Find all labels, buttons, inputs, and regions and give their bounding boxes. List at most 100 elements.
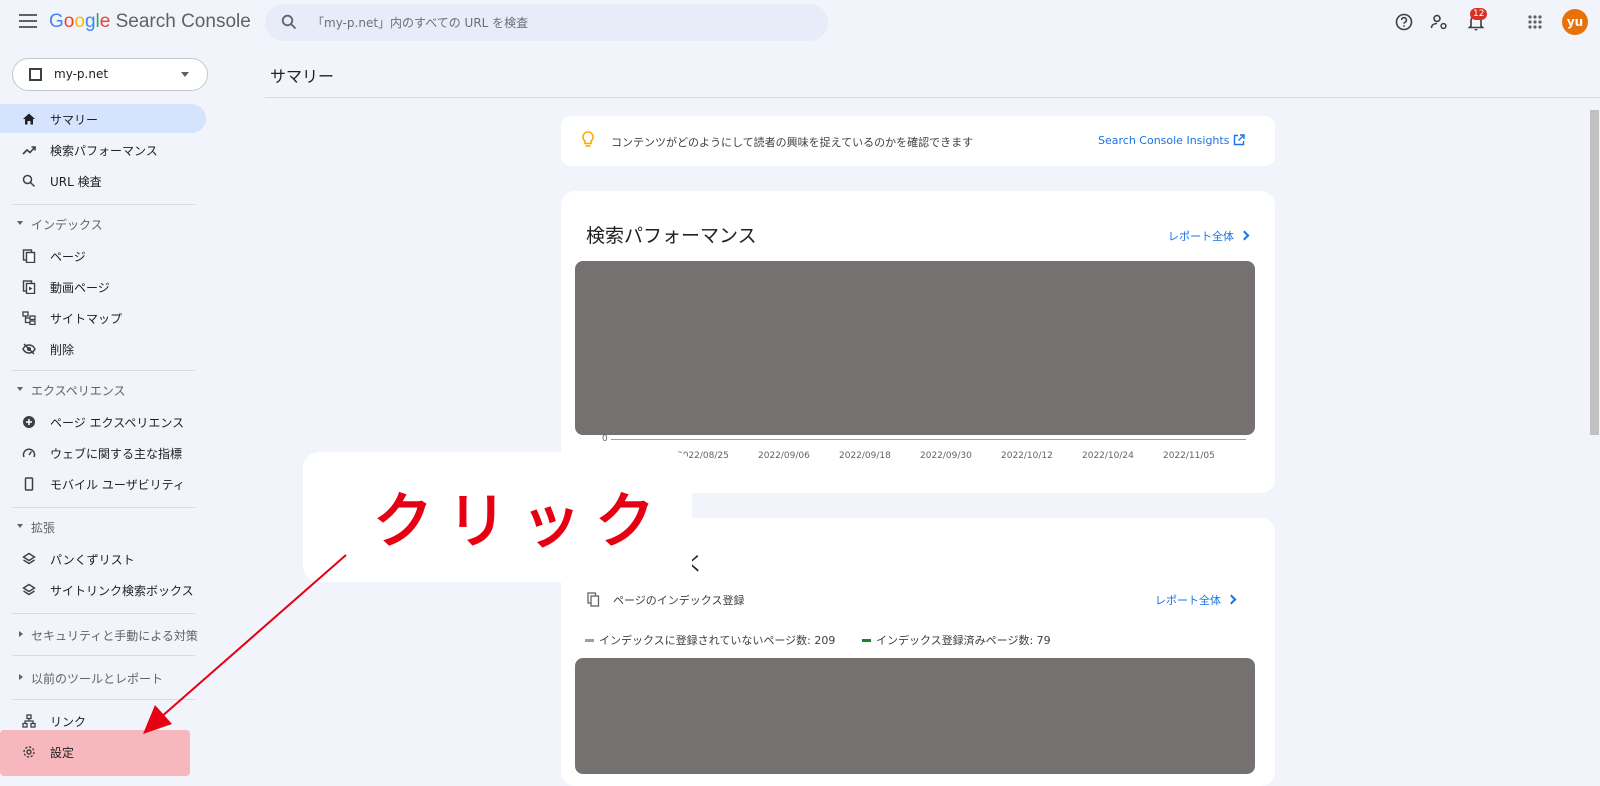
index-subtitle: ページのインデックス登録 — [613, 594, 745, 607]
sidebar-item-label: 動画ページ — [50, 281, 110, 295]
legend-label: インデックス登録済みページ数: 79 — [876, 634, 1051, 647]
open-in-new-icon[interactable] — [1233, 134, 1245, 146]
insights-link[interactable]: Search Console Insights — [1098, 134, 1229, 147]
property-icon — [29, 68, 42, 81]
caret-right-icon — [19, 631, 23, 637]
callout-text: クリック — [373, 487, 669, 557]
page-title: サマリー — [270, 67, 335, 86]
x-tick-label: 2022/09/06 — [758, 451, 810, 461]
sidebar-item-pages[interactable]: ページ — [0, 241, 206, 270]
sidebar-item-label: モバイル ユーザビリティ — [50, 478, 185, 492]
section-label: セキュリティと手動による対策 — [31, 629, 198, 643]
layers-icon — [22, 583, 36, 596]
help-icon[interactable] — [1394, 12, 1414, 32]
caret-right-icon — [19, 674, 23, 680]
sidebar-item-label: サマリー — [50, 113, 99, 127]
section-label: インデックス — [31, 218, 103, 232]
lightbulb-icon — [582, 131, 594, 147]
user-settings-icon[interactable] — [1429, 12, 1449, 32]
legend-label: インデックスに登録されていないページ数: 209 — [599, 634, 836, 647]
section-label: 拡張 — [31, 521, 56, 535]
legend-not-indexed[interactable]: インデックスに登録されていないページ数: 209 — [585, 632, 835, 648]
sidebar-item-breadcrumbs[interactable]: パンくずリスト — [0, 544, 206, 573]
sidebar-section-experience[interactable]: エクスペリエンス — [0, 379, 200, 401]
sidebar-item-core-web-vitals[interactable]: ウェブに関する主な指標 — [0, 438, 206, 467]
index-full-report-link[interactable]: レポート全体 — [1155, 592, 1221, 608]
pages-icon — [587, 592, 600, 607]
chevron-down-icon — [181, 72, 189, 77]
sidebar-section-enhancements[interactable]: 拡張 — [0, 516, 200, 538]
caret-down-icon — [17, 221, 23, 225]
sidebar-item-label: 設定 — [50, 746, 75, 760]
y-axis-zero-label: 0 — [602, 434, 608, 444]
sidebar-item-label: リンク — [50, 715, 87, 729]
sidebar-item-mobile-usability[interactable]: モバイル ユーザビリティ — [0, 469, 206, 498]
home-icon — [23, 113, 35, 125]
chevron-right-icon[interactable] — [1239, 230, 1250, 241]
sidebar-section-security[interactable]: セキュリティと手動による対策 — [0, 624, 200, 646]
property-name: my-p.net — [54, 67, 109, 81]
section-label: エクスペリエンス — [31, 384, 126, 398]
menu-icon[interactable] — [19, 14, 37, 28]
sidebar-item-performance[interactable]: 検索パフォーマンス — [0, 135, 206, 164]
visibility-off-icon — [22, 343, 36, 355]
performance-full-report-link[interactable]: レポート全体 — [1168, 228, 1234, 244]
sidebar-item-label: ページ — [50, 250, 86, 264]
sidebar-item-label: サイトリンク検索ボックス — [50, 584, 194, 598]
search-icon[interactable] — [281, 14, 297, 30]
title-divider — [265, 97, 1600, 98]
property-selector[interactable]: my-p.net — [12, 58, 208, 91]
legend-swatch — [585, 638, 594, 642]
scrollbar-thumb[interactable] — [1590, 110, 1599, 435]
sidebar-divider — [12, 204, 195, 205]
x-tick-label: 2022/09/30 — [920, 451, 972, 461]
sidebar-item-label: 検索パフォーマンス — [50, 144, 158, 158]
speed-icon — [22, 448, 36, 458]
sidebar-divider — [12, 699, 195, 700]
app-logo[interactable]: Google Search Console — [49, 11, 251, 33]
performance-chart-redacted — [575, 261, 1255, 435]
sidebar-section-legacy[interactable]: 以前のツールとレポート — [0, 667, 200, 689]
sidebar-item-sitelinks-searchbox[interactable]: サイトリンク検索ボックス — [0, 575, 206, 604]
links-icon — [22, 714, 36, 728]
notification-badge: 12 — [1470, 8, 1488, 20]
sidebar-section-index[interactable]: インデックス — [0, 213, 200, 235]
search-input[interactable] — [312, 4, 812, 41]
url-inspection-search — [265, 4, 828, 41]
x-tick-label: 2022/11/05 — [1163, 451, 1215, 461]
apps-icon[interactable] — [1525, 12, 1545, 32]
insights-banner: コンテンツがどのようにして読者の興味を捉えているのかを確認できます Search… — [561, 116, 1275, 166]
sidebar-divider — [12, 370, 195, 371]
smartphone-icon — [24, 477, 34, 491]
sitemap-icon — [22, 311, 36, 325]
sidebar-item-removals[interactable]: 削除 — [0, 334, 206, 363]
index-chart-redacted — [575, 658, 1255, 774]
chart-x-axis — [611, 439, 1246, 440]
trending-up-icon — [22, 146, 36, 155]
sidebar-item-settings[interactable]: 設定 — [0, 737, 190, 766]
avatar[interactable]: yu — [1562, 9, 1588, 35]
sidebar-item-label: サイトマップ — [50, 312, 123, 326]
x-tick-label: 2022/10/12 — [1001, 451, 1053, 461]
sidebar-item-label: ページ エクスペリエンス — [50, 416, 185, 430]
sidebar-divider — [12, 507, 195, 508]
video-pages-icon — [22, 280, 36, 294]
sidebar-item-video-pages[interactable]: 動画ページ — [0, 272, 206, 301]
add-circle-icon — [23, 416, 35, 428]
section-label: 以前のツールとレポート — [31, 672, 164, 686]
sidebar-divider — [12, 655, 195, 656]
performance-title: 検索パフォーマンス — [586, 225, 757, 247]
insights-text: コンテンツがどのようにして読者の興味を捉えているのかを確認できます — [611, 136, 974, 149]
sidebar-item-url-inspection[interactable]: URL 検査 — [0, 166, 206, 195]
sidebar-item-label: URL 検査 — [50, 175, 102, 189]
top-bar: Google Search Console 12 yu — [0, 0, 1600, 46]
caret-down-icon — [17, 524, 23, 528]
x-tick-label: 2022/10/24 — [1082, 451, 1134, 461]
sidebar-item-summary[interactable]: サマリー — [0, 104, 206, 133]
legend-indexed[interactable]: インデックス登録済みページ数: 79 — [862, 632, 1051, 648]
sidebar-item-page-experience[interactable]: ページ エクスペリエンス — [0, 407, 206, 436]
pages-icon — [22, 249, 36, 263]
x-tick-label: 2022/09/18 — [839, 451, 891, 461]
caret-down-icon — [17, 387, 23, 391]
sidebar-item-sitemaps[interactable]: サイトマップ — [0, 303, 206, 332]
